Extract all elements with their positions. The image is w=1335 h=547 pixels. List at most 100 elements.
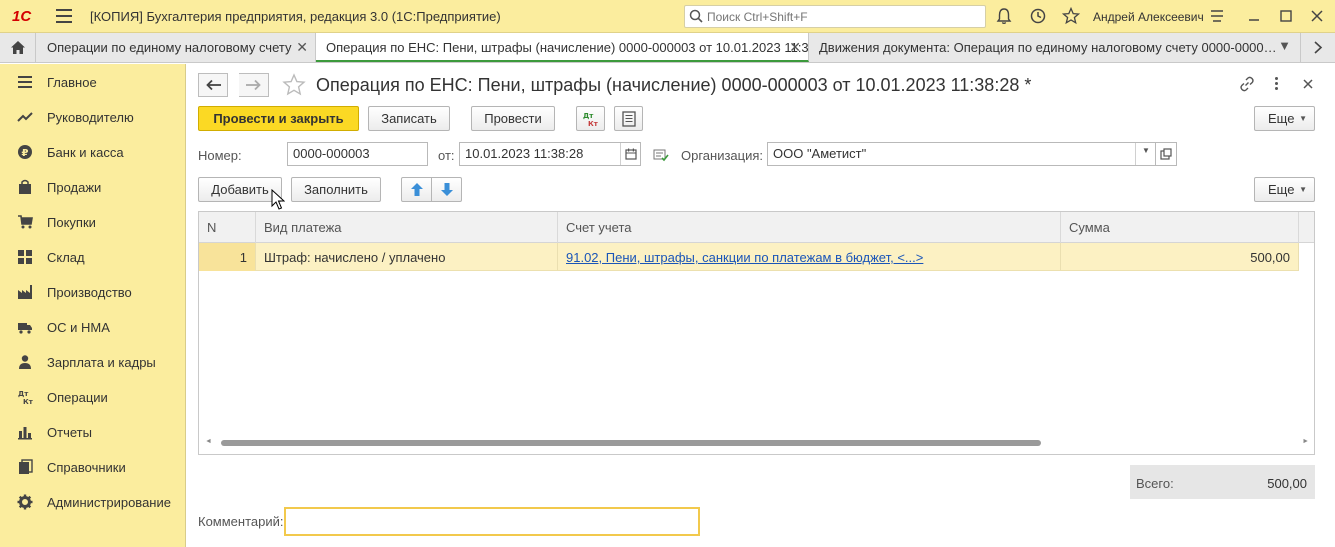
title-bar: 1С [КОПИЯ] Бухгалтерия предприятия, реда… xyxy=(0,0,1335,33)
star-icon[interactable] xyxy=(1062,7,1080,25)
dt-kt-postings-button[interactable]: Дт Кт xyxy=(576,106,605,131)
date-field[interactable]: 10.01.2023 11:38:28 xyxy=(459,142,641,166)
sidebar-item-bank[interactable]: ₽ Банк и касса xyxy=(0,135,186,170)
post-and-close-button[interactable]: Провести и закрыть xyxy=(198,106,359,131)
sidebar-item-label: Руководителю xyxy=(47,110,134,125)
scroll-right-icon[interactable]: ► xyxy=(1302,438,1309,445)
mouse-cursor-icon xyxy=(271,189,285,210)
settings-sliders-icon[interactable] xyxy=(1208,7,1226,25)
sidebar-item-reports[interactable]: Отчеты xyxy=(0,415,186,450)
move-down-button[interactable] xyxy=(432,178,461,201)
scroll-left-icon[interactable]: ◄ xyxy=(205,438,212,445)
number-field[interactable]: 0000-000003 xyxy=(287,142,428,166)
date-label: от: xyxy=(438,148,455,163)
sidebar-item-label: ОС и НМА xyxy=(47,320,110,335)
sidebar-item-production[interactable]: Производство xyxy=(0,275,186,310)
home-button[interactable] xyxy=(0,33,36,62)
move-up-button[interactable] xyxy=(402,178,432,201)
sidebar-item-fixed-assets[interactable]: ОС и НМА xyxy=(0,310,186,345)
maximize-icon[interactable] xyxy=(1277,7,1295,25)
svg-text:Дт: Дт xyxy=(18,390,29,398)
sidebar-item-label: Операции xyxy=(47,390,108,405)
table-row[interactable]: 1 Штраф: начислено / уплачено 91.02, Пен… xyxy=(199,243,1299,271)
organization-field[interactable]: ООО "Аметист" ▼ xyxy=(767,142,1156,166)
comment-field[interactable] xyxy=(284,507,700,536)
org-history-icon[interactable] xyxy=(653,148,669,162)
calendar-button[interactable] xyxy=(620,143,640,165)
sidebar-item-label: Справочники xyxy=(47,460,126,475)
more-actions-button[interactable]: Еще ▼ xyxy=(1254,106,1315,131)
dropdown-arrow-icon: ▼ xyxy=(1142,146,1150,155)
tabs-more-button[interactable] xyxy=(1301,33,1335,62)
more-label: Еще xyxy=(1268,111,1295,126)
cell-sum[interactable]: 500,00 xyxy=(1061,243,1299,271)
tab-label: Операция по ЕНС: Пени, штрафы (начислени… xyxy=(326,40,809,55)
organization-dropdown-button[interactable]: ▼ xyxy=(1135,143,1155,165)
history-icon[interactable] xyxy=(1029,7,1047,25)
close-form-icon[interactable] xyxy=(1302,78,1314,90)
post-button[interactable]: Провести xyxy=(471,106,555,131)
cell-account-link[interactable]: 91.02, Пени, штрафы, санкции по платежам… xyxy=(558,243,1061,271)
tab-ens-penalty-document[interactable]: Операция по ЕНС: Пени, штрафы (начислени… xyxy=(316,33,809,62)
column-header-account[interactable]: Счет учета xyxy=(558,212,1061,243)
arrow-right-icon xyxy=(246,79,261,91)
fill-button[interactable]: Заполнить xyxy=(291,177,381,202)
sidebar-item-main[interactable]: Главное xyxy=(0,65,186,100)
sidebar-item-label: Производство xyxy=(47,285,132,300)
favorite-star-icon[interactable] xyxy=(282,73,306,97)
sidebar-item-operations[interactable]: Дт Кт Операции xyxy=(0,380,186,415)
ruble-coin-icon: ₽ xyxy=(18,145,32,159)
column-header-sum[interactable]: Сумма xyxy=(1061,212,1299,243)
total-value: 500,00 xyxy=(1267,476,1307,491)
search-input[interactable] xyxy=(707,8,977,25)
sidebar-item-directories[interactable]: Справочники xyxy=(0,450,186,485)
save-button[interactable]: Записать xyxy=(368,106,450,131)
dropdown-arrow-icon: ▼ xyxy=(1299,114,1307,123)
global-search[interactable] xyxy=(684,5,986,28)
link-icon[interactable] xyxy=(1239,76,1255,92)
dt-kt-icon: ДтКт xyxy=(18,390,33,405)
search-icon xyxy=(689,9,703,23)
tab-document-movements[interactable]: Движения документа: Операция по единому … xyxy=(809,33,1301,62)
table-more-button[interactable]: Еще ▼ xyxy=(1254,177,1315,202)
sidebar-item-administration[interactable]: Администрирование xyxy=(0,485,186,520)
tab-dropdown-icon[interactable]: ▼ xyxy=(1278,38,1291,53)
svg-text:Дт: Дт xyxy=(583,112,594,120)
document-form: Операция по ЕНС: Пени, штрафы (начислени… xyxy=(187,64,1335,547)
back-button[interactable] xyxy=(198,73,228,97)
sidebar-item-purchases[interactable]: Покупки xyxy=(0,205,186,240)
close-tab-icon[interactable]: ✕ xyxy=(789,39,801,56)
sidebar-item-sales[interactable]: Продажи xyxy=(0,170,186,205)
user-name[interactable]: Андрей Алексеевич xyxy=(1093,10,1204,24)
add-row-button[interactable]: Добавить xyxy=(198,177,282,202)
dropdown-arrow-icon: ▼ xyxy=(1299,185,1307,194)
person-icon xyxy=(19,355,31,369)
main-menu-icon[interactable] xyxy=(56,9,72,23)
horizontal-scrollbar[interactable]: ◄ ► xyxy=(203,438,1311,448)
tab-ens-operations[interactable]: Операции по единому налоговому счету ✕ xyxy=(37,33,316,62)
close-window-icon[interactable] xyxy=(1308,7,1326,25)
comment-label: Комментарий: xyxy=(198,514,284,529)
sidebar-item-salary[interactable]: Зарплата и кадры xyxy=(0,345,186,380)
factory-icon xyxy=(18,285,32,299)
sidebar-item-label: Администрирование xyxy=(47,495,171,510)
cell-payment-kind[interactable]: Штраф: начислено / уплачено xyxy=(256,243,558,271)
open-organization-button[interactable] xyxy=(1156,142,1177,166)
sidebar-item-warehouse[interactable]: Склад xyxy=(0,240,186,275)
total-box: Всего: 500,00 xyxy=(1130,465,1315,499)
bell-icon[interactable] xyxy=(995,7,1013,25)
forward-button[interactable] xyxy=(239,73,269,97)
number-label: Номер: xyxy=(198,148,242,163)
column-header-payment-kind[interactable]: Вид платежа xyxy=(256,212,558,243)
tab-label: Движения документа: Операция по единому … xyxy=(819,40,1279,55)
print-list-button[interactable] xyxy=(614,106,643,131)
column-header-n[interactable]: N xyxy=(199,212,256,243)
close-tab-icon[interactable]: ✕ xyxy=(296,39,308,56)
sidebar-item-label: Банк и касса xyxy=(47,145,124,160)
sidebar-item-manager[interactable]: Руководителю xyxy=(0,100,186,135)
sidebar-item-label: Зарплата и кадры xyxy=(47,355,156,370)
minimize-icon[interactable] xyxy=(1245,7,1263,25)
more-vertical-icon[interactable] xyxy=(1275,77,1279,91)
scroll-thumb[interactable] xyxy=(221,440,1041,446)
date-value: 10.01.2023 11:38:28 xyxy=(465,146,584,161)
